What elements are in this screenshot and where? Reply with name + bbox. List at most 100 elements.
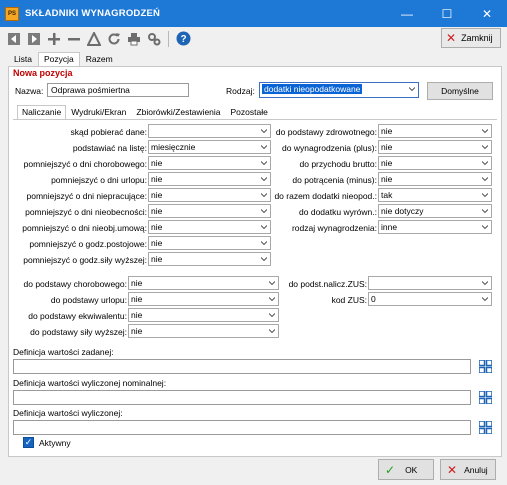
untaxed-allowances-select[interactable]: tak <box>378 188 492 202</box>
source-select[interactable] <box>148 124 271 138</box>
refresh-icon[interactable] <box>106 31 122 47</box>
zus-basis-select[interactable] <box>368 276 492 290</box>
cancel-x-icon: ✕ <box>447 462 458 477</box>
force-majeure-basis-select[interactable]: nie <box>128 324 279 338</box>
definition-label: Definicja wartości zadanej: <box>13 347 114 357</box>
kind-select[interactable]: dodatki nieopodatkowane <box>259 82 419 98</box>
field-value: nie <box>381 174 393 184</box>
chevron-down-icon <box>482 225 488 230</box>
delete-icon[interactable] <box>66 31 82 47</box>
tab-razem[interactable]: Razem <box>80 52 119 66</box>
field-value: nie <box>131 326 143 336</box>
compensation-allowance-select[interactable]: nie dotyczy <box>378 204 492 218</box>
check-icon: ✓ <box>385 462 396 477</box>
field-value: inne <box>381 222 398 232</box>
field-label: pomniejszyć o dni nieobj.umową: <box>22 223 147 233</box>
field-label: skąd pobierać dane: <box>70 127 147 137</box>
field-label: do podstawy chorobowego: <box>23 279 128 289</box>
toolbar: ? ✕ Zamknij <box>0 27 507 50</box>
tab-lista[interactable]: Lista <box>8 52 38 66</box>
chevron-down-icon <box>482 297 488 302</box>
chevron-down-icon <box>482 161 488 166</box>
field-value: nie <box>381 142 393 152</box>
print-icon[interactable] <box>126 31 142 47</box>
chevron-down-icon <box>269 313 275 318</box>
name-input[interactable]: Odprawa pośmiertna <box>47 83 189 97</box>
field-label: pomniejszyć o dni chorobowego: <box>23 159 147 169</box>
minimize-button[interactable]: — <box>387 0 427 27</box>
list-period-select[interactable]: miesięcznie <box>148 140 271 154</box>
reduce-absence-days-select[interactable]: nie <box>148 204 271 218</box>
reduce-sick-days-select[interactable]: nie <box>148 156 271 170</box>
field-label: do razem dodatki nieopod.: <box>274 191 377 201</box>
chevron-down-icon <box>269 329 275 334</box>
chevron-down-icon <box>261 225 267 230</box>
defaults-button[interactable]: Domyślne <box>427 82 493 100</box>
gross-income-select[interactable]: nie <box>378 156 492 170</box>
reduce-force-majeure-hours-select[interactable]: nie <box>148 252 271 266</box>
first-record-icon[interactable] <box>6 31 22 47</box>
field-label: do dodatku wyrówn.: <box>299 207 377 217</box>
next-record-icon[interactable] <box>26 31 42 47</box>
reduce-nonworking-days-select[interactable]: nie <box>148 188 271 202</box>
field-value: tak <box>381 190 393 200</box>
definition-label: Definicja wartości wyliczonej nominalnej… <box>13 378 167 388</box>
salary-type-select[interactable]: inne <box>378 220 492 234</box>
field-value: nie <box>381 158 393 168</box>
tab-pozostale[interactable]: Pozostałe <box>226 105 273 119</box>
field-value: miesięcznie <box>151 142 196 152</box>
add-icon[interactable] <box>46 31 62 47</box>
field-label: pomniejszyć o dni nieobecności: <box>25 207 147 217</box>
definition-nominal-value-input[interactable] <box>13 390 471 405</box>
app-icon: PS <box>5 6 19 21</box>
grid-icon[interactable] <box>478 390 492 404</box>
grid-icon[interactable] <box>478 359 492 373</box>
field-label: kod ZUS: <box>331 295 367 305</box>
deduction-minus-select[interactable]: nie <box>378 172 492 186</box>
chevron-down-icon <box>261 161 267 166</box>
field-value: nie <box>151 190 163 200</box>
definition-label: Definicja wartości wyliczonej: <box>13 408 123 418</box>
tab-naliczanie[interactable]: Naliczanie <box>17 105 67 119</box>
sick-basis-select[interactable]: nie <box>128 276 279 290</box>
salary-plus-select[interactable]: nie <box>378 140 492 154</box>
maximize-button[interactable]: ☐ <box>427 0 467 27</box>
tab-zbiorowki[interactable]: Zbiorówki/Zestawienia <box>131 105 225 119</box>
vacation-basis-select[interactable]: nie <box>128 292 279 306</box>
window-close-button[interactable]: ✕ <box>467 0 507 27</box>
settings-icon[interactable] <box>146 31 162 47</box>
field-label: pomniejszyć o godz.postojowe: <box>29 239 147 249</box>
chevron-down-icon <box>261 193 267 198</box>
close-button[interactable]: ✕ Zamknij <box>441 28 501 48</box>
reduce-uncovered-days-select[interactable]: nie <box>148 220 271 234</box>
chevron-down-icon <box>482 193 488 198</box>
equivalent-basis-select[interactable]: nie <box>128 308 279 322</box>
field-label: do podst.nalicz.ZUS: <box>288 279 367 289</box>
definition-set-value-input[interactable] <box>13 359 471 374</box>
reduce-vacation-days-select[interactable]: nie <box>148 172 271 186</box>
chevron-down-icon <box>261 209 267 214</box>
zus-code-select[interactable]: 0 <box>368 292 492 306</box>
help-icon[interactable]: ? <box>175 31 191 47</box>
edit-triangle-icon[interactable] <box>86 31 102 47</box>
grid-icon[interactable] <box>478 420 492 434</box>
cancel-button-label: Anuluj <box>464 464 488 475</box>
active-label: Aktywny <box>39 438 71 448</box>
field-value: nie dotyczy <box>381 206 424 216</box>
health-basis-select[interactable]: nie <box>378 124 492 138</box>
reduce-downtime-hours-select[interactable]: nie <box>148 236 271 250</box>
field-value: 0 <box>371 294 376 304</box>
ok-button[interactable]: ✓ OK <box>378 459 434 480</box>
chevron-down-icon <box>482 177 488 182</box>
field-value: nie <box>151 174 163 184</box>
field-value: nie <box>151 238 163 248</box>
field-label: do podstawy urlopu: <box>50 295 127 305</box>
kind-select-value: dodatki nieopodatkowane <box>262 84 363 94</box>
active-checkbox[interactable]: ✓ <box>23 437 34 448</box>
cancel-button[interactable]: ✕ Anuluj <box>440 459 496 480</box>
definition-computed-value-input[interactable] <box>13 420 471 435</box>
name-label: Nazwa: <box>15 86 44 96</box>
tab-pozycja[interactable]: Pozycja <box>37 52 80 66</box>
close-button-label: Zamknij <box>461 33 493 43</box>
tab-wydruki[interactable]: Wydruki/Ekran <box>66 105 131 119</box>
